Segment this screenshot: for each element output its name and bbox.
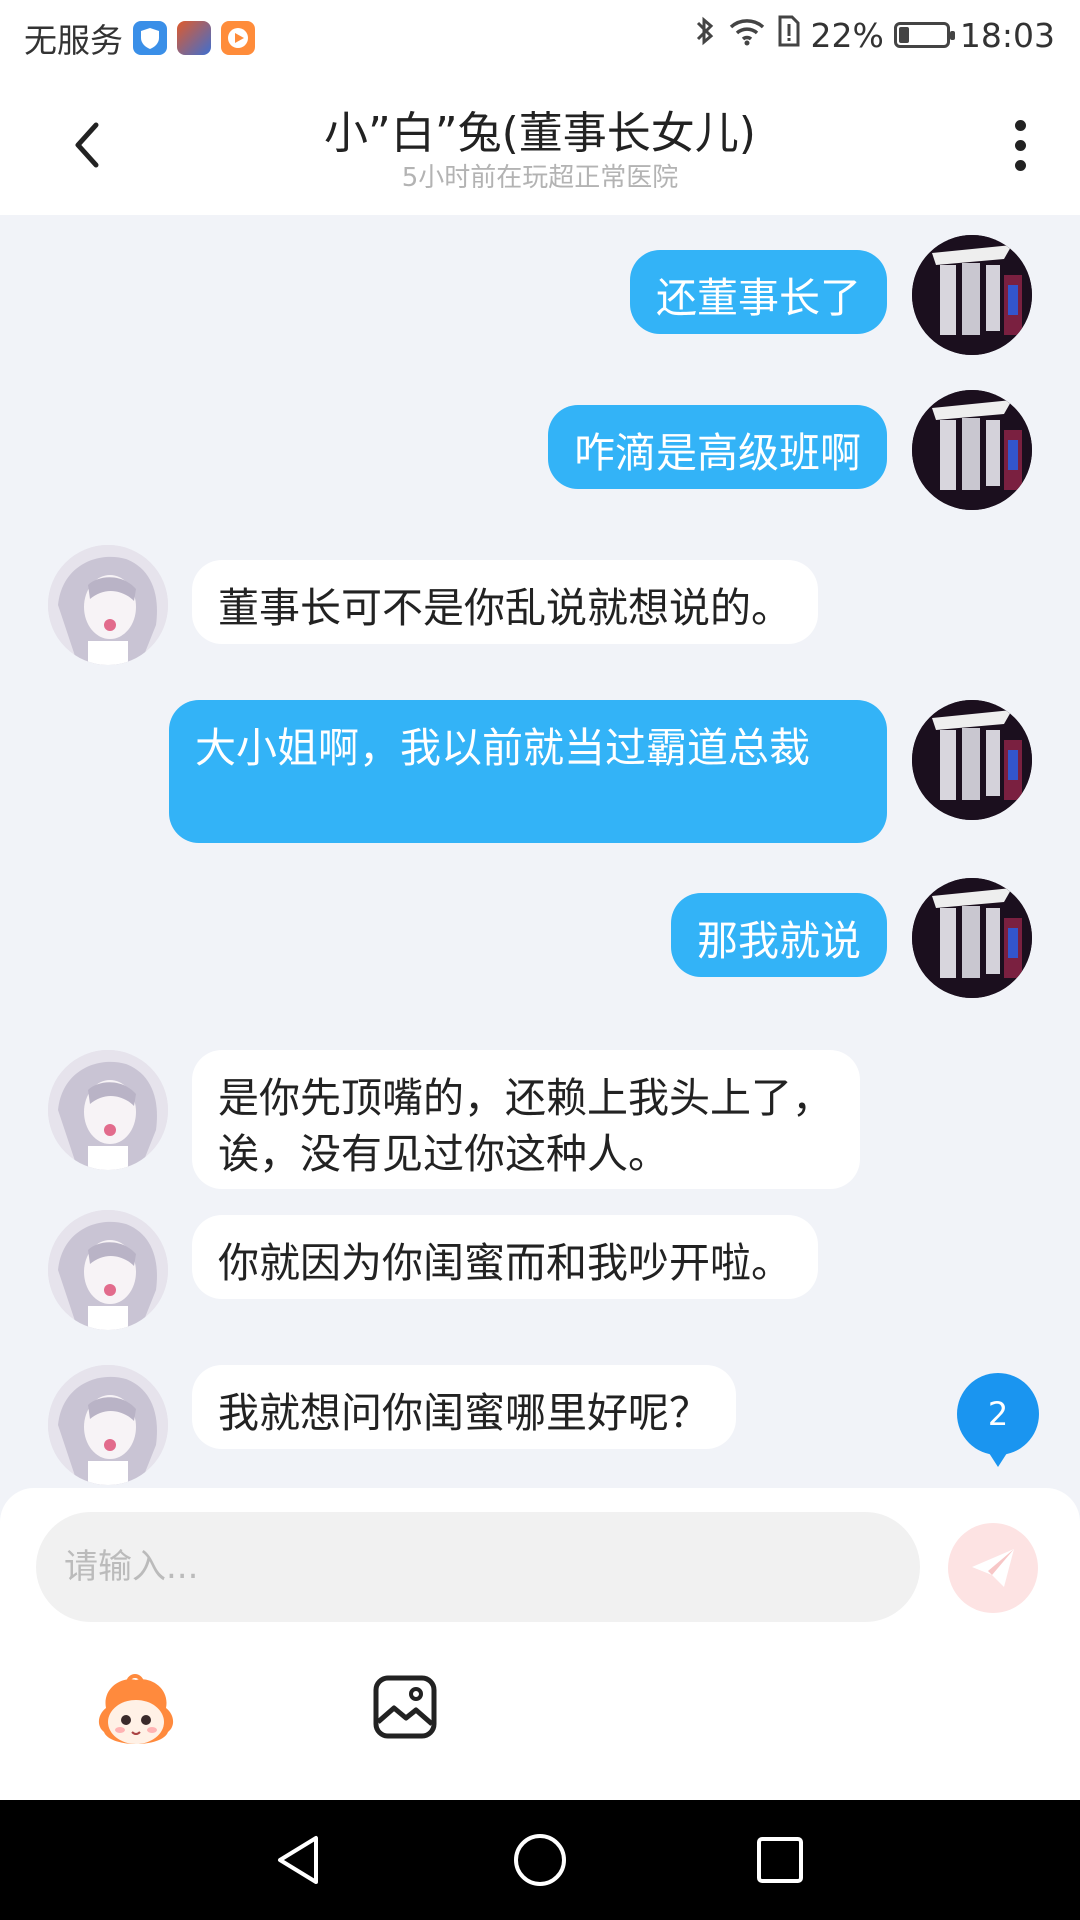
shield-app-icon (133, 21, 167, 55)
carrier-text: 无服务 (24, 21, 123, 60)
message-row: 咋滴是高级班啊 (0, 390, 1080, 510)
message-row: 还董事长了 (0, 235, 1080, 355)
chat-header: 小”白”兔(董事长女儿) 5小时前在玩超正常医院 (0, 75, 1080, 215)
wifi-icon (727, 15, 767, 55)
contact-message-bubble[interactable]: 我就想问你闺蜜哪里好呢？ (192, 1365, 736, 1449)
triangle-back-icon (278, 1836, 318, 1884)
chat-subtitle: 5小时前在玩超正常医院 (401, 163, 679, 193)
message-row: 那我就说 (0, 878, 1080, 998)
message-row: 我就想问你闺蜜哪里好呢？ (0, 1365, 1080, 1485)
status-bar: 无服务 22% 18:03 (0, 0, 1080, 75)
emoji-mascot-button[interactable] (92, 1674, 180, 1754)
image-picker-button[interactable] (372, 1674, 438, 1740)
more-dot-icon (1014, 159, 1026, 171)
send-button[interactable] (948, 1523, 1038, 1613)
back-button[interactable] (60, 115, 120, 175)
my-avatar[interactable] (912, 878, 1032, 998)
circle-home-icon (514, 1834, 566, 1886)
status-left: 无服务 (24, 14, 255, 62)
message-row: 是你先顶嘴的，还赖上我头上了，诶，没有见过你这种人。 (0, 1035, 1080, 1189)
image-icon (373, 1675, 437, 1739)
system-nav-bar (0, 1800, 1080, 1920)
battery-percent: 22% (810, 15, 884, 55)
contact-message-bubble[interactable]: 董事长可不是你乱说就想说的。 (192, 560, 818, 644)
more-dot-icon (1014, 139, 1026, 151)
chat-title: 小”白”兔(董事长女儿) (324, 108, 756, 159)
battery-fill (898, 27, 909, 43)
my-avatar[interactable] (912, 700, 1032, 820)
my-avatar[interactable] (912, 390, 1032, 510)
my-message-bubble[interactable]: 还董事长了 (630, 250, 887, 334)
message-row: 你就因为你闺蜜而和我吵开啦。 (0, 1210, 1080, 1330)
video-app-icon (221, 21, 255, 55)
battery-icon (893, 22, 955, 48)
new-messages-badge[interactable]: 2 (957, 1373, 1039, 1467)
paper-plane-icon (972, 1549, 1014, 1587)
my-message-bubble[interactable]: 大小姐啊，我以前就当过霸道总裁 (169, 700, 887, 843)
contact-message-bubble[interactable]: 是你先顶嘴的，还赖上我头上了，诶，没有见过你这种人。 (192, 1050, 860, 1189)
input-area: 请输入... (0, 1488, 1080, 1800)
game-app-icon (177, 21, 211, 55)
message-list[interactable]: 还董事长了 咋滴是高级班啊 董事长可不是你乱说就想说的。 大小姐啊，我以前就当过… (0, 215, 1080, 1490)
nav-recents-button[interactable] (750, 1830, 810, 1890)
my-message-bubble[interactable]: 那我就说 (671, 893, 887, 977)
contact-message-bubble[interactable]: 你就因为你闺蜜而和我吵开啦。 (192, 1215, 818, 1299)
my-avatar[interactable] (912, 235, 1032, 355)
sim-alert-icon (777, 14, 801, 56)
mascot-face-icon (98, 1674, 174, 1744)
message-input[interactable]: 请输入... (36, 1512, 920, 1622)
clock: 18:03 (959, 15, 1055, 55)
contact-avatar[interactable] (48, 1050, 168, 1170)
chevron-left-icon (75, 122, 99, 168)
contact-avatar[interactable] (48, 1365, 168, 1485)
nav-back-button[interactable] (270, 1830, 330, 1890)
message-row: 董事长可不是你乱说就想说的。 (0, 545, 1080, 665)
square-recents-icon (757, 1837, 803, 1883)
bluetooth-icon (693, 14, 717, 56)
nav-home-button[interactable] (510, 1830, 570, 1890)
status-right: 22% 18:03 (693, 14, 1055, 56)
my-message-bubble[interactable]: 咋滴是高级班啊 (548, 405, 887, 489)
contact-avatar[interactable] (48, 1210, 168, 1330)
more-options-button[interactable] (990, 113, 1050, 177)
contact-avatar[interactable] (48, 545, 168, 665)
more-dot-icon (1014, 119, 1026, 131)
message-row: 大小姐啊，我以前就当过霸道总裁 (0, 700, 1080, 845)
